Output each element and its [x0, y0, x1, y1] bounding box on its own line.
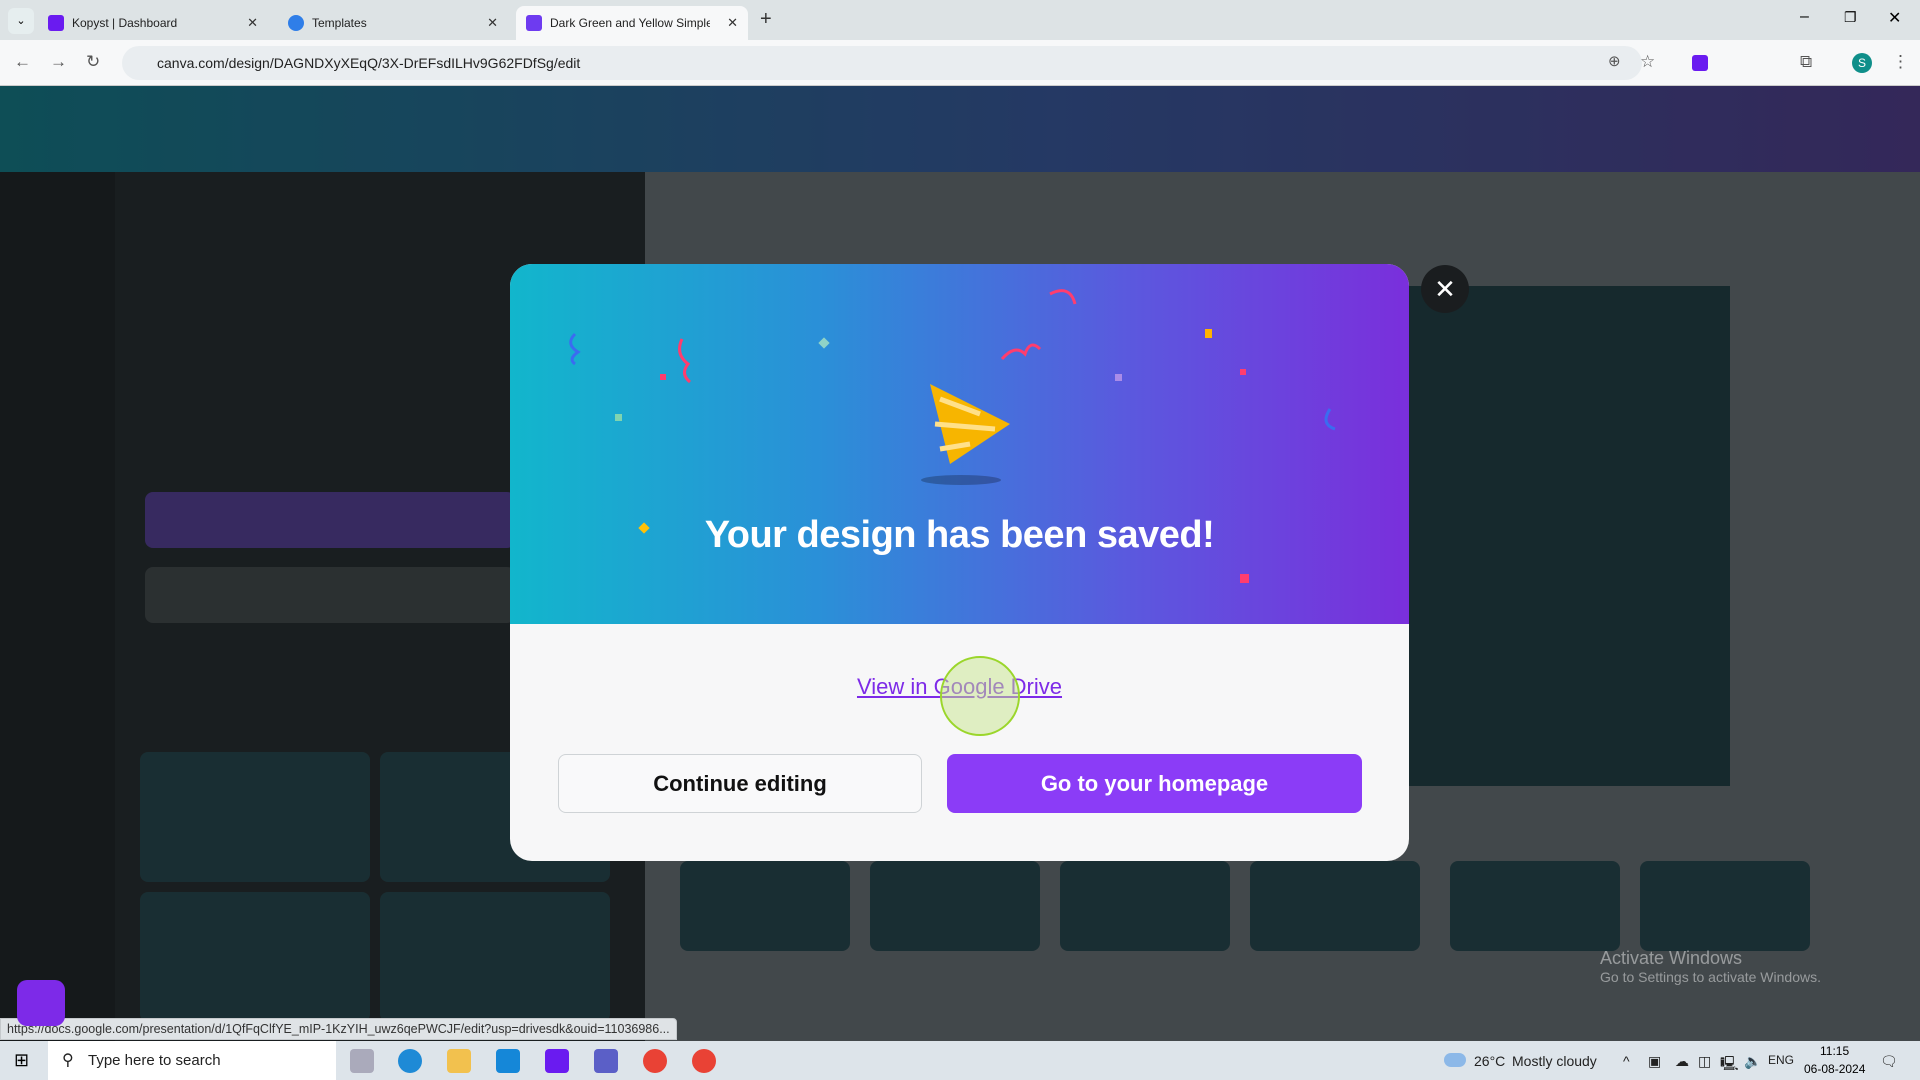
- close-tab-icon[interactable]: ✕: [487, 15, 498, 31]
- language-indicator[interactable]: ENG: [1768, 1053, 1794, 1067]
- canva-icon: [288, 15, 304, 31]
- design-saved-dialog: Your design has been saved! View in Goog…: [510, 264, 1409, 861]
- search-placeholder: Type here to search: [88, 1052, 221, 1069]
- bookmark-star-icon[interactable]: ☆: [1640, 52, 1655, 72]
- edge-icon[interactable]: [398, 1049, 422, 1073]
- reload-icon[interactable]: ↻: [86, 52, 100, 72]
- continue-editing-button[interactable]: Continue editing: [558, 754, 922, 813]
- tab-templates[interactable]: Templates ✕: [278, 6, 508, 40]
- onedrive-icon[interactable]: ☁: [1675, 1053, 1689, 1070]
- file-explorer-icon[interactable]: [447, 1049, 471, 1073]
- tab-label: Kopyst | Dashboard: [72, 16, 178, 30]
- windows-start-icon[interactable]: ⊞: [14, 1050, 29, 1071]
- tab-canva-design[interactable]: Dark Green and Yellow Simple M ✕: [516, 6, 748, 40]
- celebration-banner: Your design has been saved!: [510, 264, 1409, 624]
- extensions-icon[interactable]: ⧉: [1800, 52, 1812, 72]
- restore-button[interactable]: ❐: [1844, 9, 1857, 26]
- mail-icon[interactable]: [496, 1049, 520, 1073]
- taskbar-search-input[interactable]: ⚲ Type here to search: [48, 1041, 336, 1080]
- url-text: canva.com/design/DAGNDXyXEqQ/3X-DrEFsdIL…: [157, 55, 581, 71]
- tray-chevron-icon[interactable]: ^: [1623, 1053, 1630, 1069]
- party-popper-icon: [569, 289, 1336, 583]
- volume-icon[interactable]: 🔈: [1744, 1053, 1761, 1070]
- go-to-homepage-button[interactable]: Go to your homepage: [947, 754, 1362, 813]
- clock-date[interactable]: 06-08-2024: [1804, 1062, 1865, 1076]
- chrome-profile-icon[interactable]: [692, 1049, 716, 1073]
- kopyst-taskbar-icon[interactable]: [545, 1049, 569, 1073]
- task-view-icon[interactable]: [350, 1049, 374, 1073]
- assistant-bubble[interactable]: [17, 980, 65, 1026]
- search-icon: ⚲: [62, 1052, 74, 1069]
- tab-search-button[interactable]: ⌄: [8, 8, 34, 34]
- teams-icon[interactable]: [594, 1049, 618, 1073]
- notifications-icon[interactable]: 🗨: [1880, 1053, 1898, 1070]
- network-icon[interactable]: 🖳: [1720, 1053, 1739, 1077]
- tab-kopyst[interactable]: Kopyst | Dashboard ✕: [38, 6, 268, 40]
- weather-desc[interactable]: Mostly cloudy: [1512, 1053, 1597, 1069]
- dialog-title: Your design has been saved!: [704, 514, 1215, 556]
- back-icon[interactable]: ←: [14, 52, 31, 72]
- tab-strip: ⌄ Kopyst | Dashboard ✕ Templates ✕ Dark Gr…: [0, 0, 1920, 40]
- close-tab-icon[interactable]: ✕: [247, 15, 258, 31]
- new-tab-button[interactable]: +: [760, 8, 772, 31]
- tab-label: Dark Green and Yellow Simple M: [550, 16, 710, 30]
- clock-time[interactable]: 11:15: [1820, 1044, 1849, 1058]
- windows-activation-watermark: Activate Windows Go to Settings to activa…: [1600, 948, 1821, 985]
- watermark-title: Activate Windows: [1600, 948, 1743, 968]
- link-status-bar: https://docs.google.com/presentation/d/1…: [0, 1018, 677, 1040]
- canva-presentation-icon: [526, 15, 542, 31]
- zoom-icon[interactable]: ⊕: [1608, 52, 1621, 70]
- close-window-button[interactable]: ✕: [1888, 8, 1901, 28]
- windows-taskbar: ⊞ ⚲ Type here to search 26°C Mostly cloud…: [0, 1041, 1920, 1080]
- url-input[interactable]: canva.com/design/DAGNDXyXEqQ/3X-DrEFsdIL…: [122, 46, 1642, 80]
- kopyst-icon: [48, 15, 64, 31]
- close-tab-icon[interactable]: ✕: [727, 15, 738, 31]
- weather-temp[interactable]: 26°C: [1474, 1053, 1505, 1069]
- menu-icon[interactable]: ⋮: [1892, 52, 1909, 72]
- camera-icon[interactable]: ◫: [1698, 1053, 1711, 1070]
- weather-icon: [1444, 1053, 1466, 1067]
- close-dialog-button[interactable]: ✕: [1421, 265, 1469, 313]
- profile-avatar[interactable]: S: [1852, 53, 1872, 73]
- watermark-subtitle: Go to Settings to activate Windows.: [1600, 969, 1821, 985]
- chrome-icon[interactable]: [643, 1049, 667, 1073]
- minimize-button[interactable]: –: [1800, 8, 1809, 26]
- address-bar-row: ← → ↻ canva.com/design/DAGNDXyXEqQ/3X-Dr…: [0, 40, 1920, 86]
- forward-icon[interactable]: →: [50, 52, 67, 72]
- tab-label: Templates: [312, 16, 367, 30]
- kopyst-extension-icon[interactable]: [1692, 55, 1708, 71]
- cursor-highlight: [940, 656, 1020, 736]
- teams-tray-icon[interactable]: ▣: [1648, 1053, 1661, 1070]
